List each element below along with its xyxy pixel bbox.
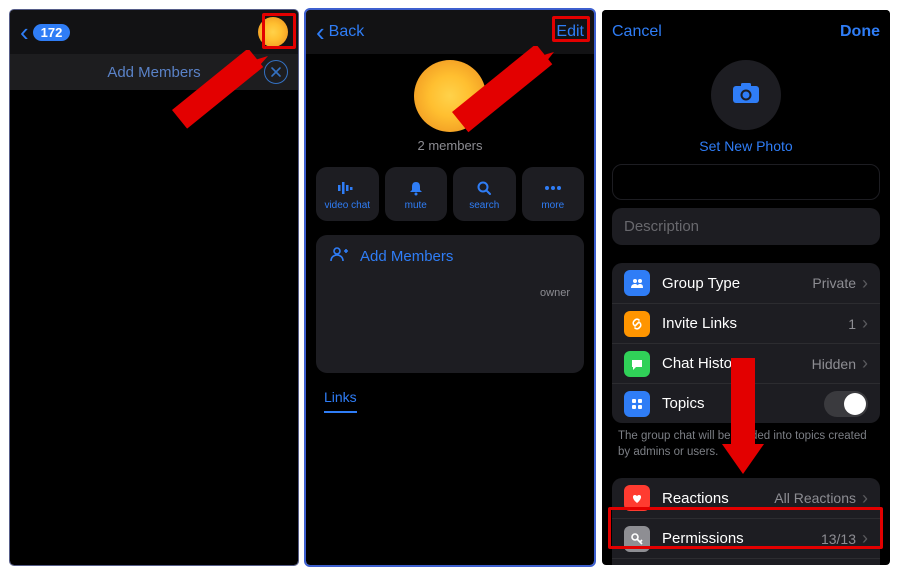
chevron-right-icon: › — [862, 313, 868, 334]
more-icon — [543, 178, 563, 198]
edit-group-content: Set New Photo Description Group Type Pri… — [602, 54, 890, 565]
settings-section-2: Reactions All Reactions › Permissions 13… — [612, 478, 880, 565]
row-value: 1 — [848, 316, 856, 332]
phone-3-edit-group: Cancel Done Set New Photo Description Gr… — [602, 10, 890, 565]
header: Cancel Done — [602, 10, 890, 54]
action-label: search — [469, 200, 499, 211]
topics-hint: The group chat will be divided into topi… — [602, 423, 890, 460]
add-members-button[interactable]: Add Members — [316, 235, 584, 277]
mute-button[interactable]: mute — [385, 167, 448, 221]
row-title: Reactions — [662, 490, 774, 507]
chevron-right-icon: › — [862, 488, 868, 509]
camera-icon — [731, 81, 761, 110]
action-row: video chat mute search more — [306, 167, 594, 221]
back-button[interactable]: Back — [329, 23, 365, 41]
action-label: mute — [405, 200, 427, 211]
chevron-right-icon: › — [862, 353, 868, 374]
chevron-right-icon: › — [862, 273, 868, 294]
row-chat-history[interactable]: Chat History Hidden › — [612, 343, 880, 383]
edit-button[interactable]: Edit — [556, 23, 584, 41]
group-name-field[interactable] — [612, 164, 880, 200]
action-label: video chat — [324, 200, 370, 211]
set-new-photo-button[interactable]: Set New Photo — [602, 138, 890, 154]
search-icon — [476, 178, 492, 198]
group-info-content: 2 members video chat mute search more — [306, 54, 594, 565]
header: ‹ Back Edit — [306, 10, 594, 54]
back-chevron-icon[interactable]: ‹ — [316, 21, 325, 43]
back-chevron-icon[interactable]: ‹ — [20, 21, 29, 43]
chat-icon — [624, 351, 650, 377]
heart-icon — [624, 485, 650, 511]
settings-section-1: Group Type Private › Invite Links 1 › Ch… — [612, 263, 880, 423]
videochat-icon — [337, 178, 357, 198]
header: ‹ 172 — [10, 10, 298, 54]
members-section: Add Members owner — [316, 235, 584, 373]
row-administrators[interactable]: Administrators › — [612, 558, 880, 565]
group-type-icon — [624, 270, 650, 296]
row-value: 13/13 — [821, 531, 856, 547]
row-value: Hidden — [812, 356, 856, 372]
phone-2-group-info: ‹ Back Edit 2 members video chat mute se… — [306, 10, 594, 565]
action-label: more — [541, 200, 564, 211]
row-title: Group Type — [662, 275, 812, 292]
description-field[interactable]: Description — [612, 208, 880, 245]
row-reactions[interactable]: Reactions All Reactions › — [612, 478, 880, 518]
add-members-label: Add Members — [360, 248, 453, 265]
row-title: Topics — [662, 395, 824, 412]
topics-toggle[interactable] — [824, 391, 868, 417]
add-members-empty-area — [10, 54, 298, 565]
row-permissions[interactable]: Permissions 13/13 › — [612, 518, 880, 558]
content-tabs: Links — [306, 373, 594, 413]
phone-1-add-members: ‹ 172 Add Members — [10, 10, 298, 565]
member-row[interactable] — [316, 333, 584, 373]
search-button[interactable]: search — [453, 167, 516, 221]
link-icon — [624, 311, 650, 337]
chevron-right-icon: › — [862, 528, 868, 549]
row-value: Private — [812, 275, 856, 291]
row-title: Permissions — [662, 530, 821, 547]
video-chat-button[interactable]: video chat — [316, 167, 379, 221]
done-button[interactable]: Done — [840, 23, 880, 41]
row-invite-links[interactable]: Invite Links 1 › — [612, 303, 880, 343]
row-topics[interactable]: Topics — [612, 383, 880, 423]
member-count: 2 members — [306, 138, 594, 153]
row-title: Chat History — [662, 355, 812, 372]
tab-links[interactable]: Links — [324, 389, 357, 413]
bell-icon — [408, 178, 424, 198]
add-member-icon — [330, 246, 348, 267]
owner-row[interactable]: owner — [316, 277, 584, 333]
back-count-badge[interactable]: 172 — [33, 24, 71, 41]
group-avatar-large-icon[interactable] — [414, 60, 486, 132]
set-photo-circle[interactable] — [711, 60, 781, 130]
row-group-type[interactable]: Group Type Private › — [612, 263, 880, 303]
topics-icon — [624, 391, 650, 417]
cancel-button[interactable]: Cancel — [612, 23, 662, 41]
owner-tag: owner — [540, 287, 570, 323]
row-title: Invite Links — [662, 315, 848, 332]
group-avatar-icon[interactable] — [258, 17, 288, 47]
row-value: All Reactions — [774, 490, 856, 506]
more-button[interactable]: more — [522, 167, 585, 221]
key-icon — [624, 526, 650, 552]
